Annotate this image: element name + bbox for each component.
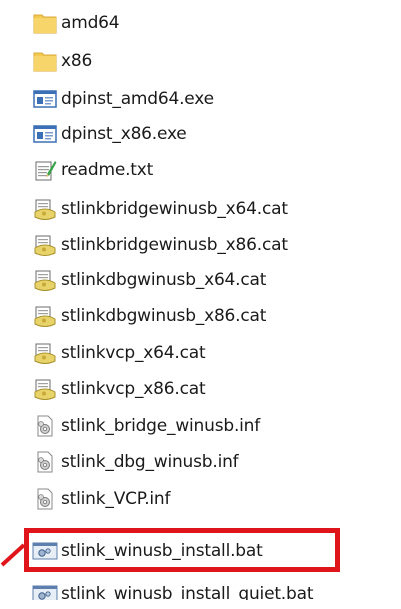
file-name: stlinkbridgewinusb_x64.cat (61, 199, 288, 219)
file-name: x86 (61, 51, 93, 71)
file-item-dpinst-amd64-exe[interactable]: dpinst_amd64.exe (32, 84, 214, 114)
highlight-box (24, 528, 340, 572)
file-name: stlink_bridge_winusb.inf (61, 416, 261, 436)
file-name: stlinkvcp_x64.cat (61, 343, 206, 363)
application-icon (32, 121, 58, 147)
security-catalog-icon (32, 376, 58, 402)
file-item-stlinkbridgewinusb-x86-cat[interactable]: stlinkbridgewinusb_x86.cat (32, 230, 288, 260)
file-item-stlink-vcp-inf[interactable]: stlink_VCP.inf (32, 484, 170, 514)
file-item-x86[interactable]: x86 (32, 46, 92, 76)
text-document-icon (32, 157, 58, 183)
file-item-stlinkdbgwinusb-x64-cat[interactable]: stlinkdbgwinusb_x64.cat (32, 265, 266, 295)
security-catalog-icon (32, 340, 58, 366)
security-catalog-icon (32, 196, 58, 222)
file-name: readme.txt (61, 160, 154, 180)
setup-information-icon (32, 449, 58, 475)
file-name: dpinst_x86.exe (61, 124, 187, 144)
file-item-stlinkvcp-x64-cat[interactable]: stlinkvcp_x64.cat (32, 338, 206, 368)
file-name: stlinkbridgewinusb_x86.cat (61, 235, 288, 255)
file-name: stlink_VCP.inf (61, 489, 171, 509)
crop-edge (0, 600, 401, 607)
file-name: stlinkdbgwinusb_x64.cat (61, 270, 267, 290)
security-catalog-icon (32, 303, 58, 329)
setup-information-icon (32, 413, 58, 439)
file-item-amd64[interactable]: amd64 (32, 8, 120, 38)
file-item-readme-txt[interactable]: readme.txt (32, 155, 153, 185)
file-name: amd64 (61, 13, 120, 33)
file-item-stlinkvcp-x86-cat[interactable]: stlinkvcp_x86.cat (32, 374, 206, 404)
file-item-stlink-dbg-winusb-inf[interactable]: stlink_dbg_winusb.inf (32, 447, 239, 477)
file-item-stlinkdbgwinusb-x86-cat[interactable]: stlinkdbgwinusb_x86.cat (32, 301, 266, 331)
file-item-stlinkbridgewinusb-x64-cat[interactable]: stlinkbridgewinusb_x64.cat (32, 194, 288, 224)
application-icon (32, 86, 58, 112)
security-catalog-icon (32, 232, 58, 258)
file-item-dpinst-x86-exe[interactable]: dpinst_x86.exe (32, 119, 187, 149)
folder-icon (32, 10, 58, 36)
annotation-arrow-stub (0, 543, 26, 567)
file-list: amd64 x86 dpinst_amd64.exe dpinst_x86.ex… (0, 0, 401, 607)
security-catalog-icon (32, 267, 58, 293)
file-name: stlinkdbgwinusb_x86.cat (61, 306, 267, 326)
folder-icon (32, 48, 58, 74)
file-name: stlink_dbg_winusb.inf (61, 452, 239, 472)
setup-information-icon (32, 486, 58, 512)
file-item-stlink-bridge-winusb-inf[interactable]: stlink_bridge_winusb.inf (32, 411, 260, 441)
file-name: dpinst_amd64.exe (61, 89, 214, 109)
file-name: stlinkvcp_x86.cat (61, 379, 206, 399)
